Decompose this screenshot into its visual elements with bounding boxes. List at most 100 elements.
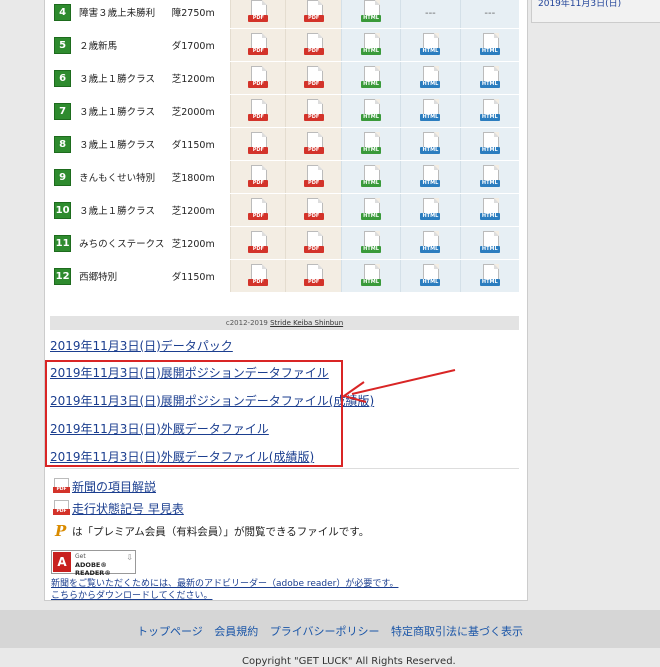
- pdf-file-icon[interactable]: PDF: [303, 197, 324, 220]
- footer-link-terms[interactable]: 会員規約: [214, 625, 258, 638]
- pdf-file-icon[interactable]: PDF: [248, 230, 269, 253]
- html-cell: HTML: [340, 259, 401, 293]
- pdf-file-icon[interactable]: PDF: [303, 131, 324, 154]
- race-row: 4 障害３歳上未勝利 障2750m PDF PDF HTML --- ---: [50, 0, 519, 29]
- pdf-cell: PDF: [230, 160, 286, 194]
- pdf-cell: PDF: [230, 226, 286, 260]
- html-file-icon[interactable]: HTML: [361, 98, 382, 121]
- pdf-file-icon[interactable]: PDF: [248, 131, 269, 154]
- pdf-file-icon[interactable]: PDF: [248, 98, 269, 121]
- run-symbol-link[interactable]: 走行状態記号 早見表: [72, 500, 184, 517]
- html-file-icon[interactable]: HTML: [479, 197, 500, 220]
- html-file-icon[interactable]: HTML: [361, 0, 382, 22]
- race-number-cell: 9: [50, 160, 76, 194]
- footer-link-privacy[interactable]: プライバシーポリシー: [270, 625, 380, 638]
- pdf-cell: PDF: [230, 28, 286, 62]
- html-cell: HTML: [400, 127, 461, 161]
- race-row: 11 みちのくステークス 芝1200m PDF PDF HTML HTML HTML: [50, 226, 519, 260]
- race-number-badge: 8: [54, 135, 72, 153]
- premium-note: は「プレミアム会員（有料会員）」が閲覧できるファイルです。: [72, 526, 370, 538]
- pdf-cell: PDF: [230, 259, 286, 293]
- pdf-file-icon[interactable]: PDF: [248, 164, 269, 187]
- adobe-reader-button[interactable]: A Get ADOBE® READER® ⇩: [51, 550, 136, 577]
- html-file-icon[interactable]: HTML: [361, 65, 382, 88]
- race-name: ３歳上１勝クラス: [75, 193, 172, 227]
- pdf-cell: PDF: [230, 94, 286, 128]
- html-file-icon[interactable]: HTML: [479, 164, 500, 187]
- race-name: 障害３歳上未勝利: [75, 0, 172, 29]
- race-number-badge: 7: [54, 102, 72, 120]
- html-file-icon[interactable]: HTML: [479, 230, 500, 253]
- html-file-icon[interactable]: HTML: [479, 98, 500, 121]
- pdf-cell: PDF: [285, 226, 342, 260]
- adobe-get-label: Get: [75, 553, 86, 560]
- pdf-icon: PDF: [53, 478, 70, 493]
- html-cell: HTML: [340, 61, 401, 95]
- unavailable-mark: ---: [424, 7, 436, 19]
- copyright-link[interactable]: Stride Keiba Shinbun: [270, 319, 343, 327]
- html-file-icon[interactable]: HTML: [479, 65, 500, 88]
- html-file-icon[interactable]: HTML: [420, 164, 441, 187]
- html-file-icon[interactable]: HTML: [361, 131, 382, 154]
- pdf-file-icon[interactable]: PDF: [248, 65, 269, 88]
- html-cell: HTML: [340, 226, 401, 260]
- html-cell: HTML: [340, 127, 401, 161]
- pdf-file-icon[interactable]: PDF: [303, 263, 324, 286]
- pdf-cell: PDF: [230, 61, 286, 95]
- pdf-file-icon[interactable]: PDF: [248, 32, 269, 55]
- pdf-cell: PDF: [230, 193, 286, 227]
- pdf-cell: PDF: [285, 160, 342, 194]
- html-file-icon[interactable]: HTML: [420, 65, 441, 88]
- race-distance: ダ1150m: [171, 127, 231, 161]
- race-number-cell: 11: [50, 226, 76, 260]
- pdf-file-icon[interactable]: PDF: [303, 0, 324, 22]
- html-file-icon[interactable]: HTML: [361, 197, 382, 220]
- sidebar-date-link[interactable]: 2019年11月3日(日): [538, 0, 621, 9]
- race-name: きんもくせい特別: [75, 160, 172, 194]
- pdf-file-icon[interactable]: PDF: [248, 0, 269, 22]
- html-file-icon[interactable]: HTML: [361, 32, 382, 55]
- pdf-cell: PDF: [230, 0, 286, 29]
- pdf-file-icon[interactable]: PDF: [248, 197, 269, 220]
- pdf-cell: PDF: [230, 127, 286, 161]
- html-file-icon[interactable]: HTML: [420, 131, 441, 154]
- datapack-link[interactable]: 2019年11月3日(日)データパック: [50, 337, 233, 354]
- pdf-file-icon[interactable]: PDF: [303, 32, 324, 55]
- red-highlight-box: [45, 360, 343, 467]
- pdf-file-icon[interactable]: PDF: [303, 164, 324, 187]
- footer-link-tokusho[interactable]: 特定商取引法に基づく表示: [391, 625, 523, 638]
- race-number-cell: 5: [50, 28, 76, 62]
- html-cell: HTML: [459, 61, 519, 95]
- race-name: ３歳上１勝クラス: [75, 94, 172, 128]
- html-file-icon[interactable]: HTML: [420, 32, 441, 55]
- race-name: ３歳上１勝クラス: [75, 127, 172, 161]
- html-file-icon[interactable]: HTML: [361, 164, 382, 187]
- pdf-file-icon[interactable]: PDF: [248, 263, 269, 286]
- html-file-icon[interactable]: HTML: [420, 98, 441, 121]
- pdf-cell: PDF: [285, 0, 342, 29]
- html-file-icon[interactable]: HTML: [420, 263, 441, 286]
- html-file-icon[interactable]: HTML: [479, 263, 500, 286]
- items-explanation-link[interactable]: 新聞の項目解説: [72, 478, 156, 495]
- pdf-file-icon[interactable]: PDF: [303, 98, 324, 121]
- sidebar-panel: 2019年11月3日(日): [531, 0, 660, 23]
- race-distance: ダ1700m: [171, 28, 231, 62]
- divider: [50, 468, 519, 469]
- html-file-icon[interactable]: HTML: [420, 197, 441, 220]
- footer-link-top[interactable]: トップページ: [137, 625, 203, 638]
- pdf-file-icon[interactable]: PDF: [303, 230, 324, 253]
- race-name: みちのくステークス: [75, 226, 172, 260]
- html-file-icon[interactable]: HTML: [420, 230, 441, 253]
- pdf-file-icon[interactable]: PDF: [303, 65, 324, 88]
- html-file-icon[interactable]: HTML: [361, 230, 382, 253]
- race-number-badge: 4: [54, 3, 72, 21]
- html-file-icon[interactable]: HTML: [479, 131, 500, 154]
- reader-download-link[interactable]: こちらからダウンロードしてください。: [51, 588, 212, 601]
- html-cell: HTML: [400, 94, 461, 128]
- race-number-badge: 11: [54, 234, 72, 252]
- pdf-icon: PDF: [53, 500, 70, 515]
- race-distance: ダ1150m: [171, 259, 231, 293]
- pdf-cell: PDF: [285, 61, 342, 95]
- html-file-icon[interactable]: HTML: [479, 32, 500, 55]
- html-file-icon[interactable]: HTML: [361, 263, 382, 286]
